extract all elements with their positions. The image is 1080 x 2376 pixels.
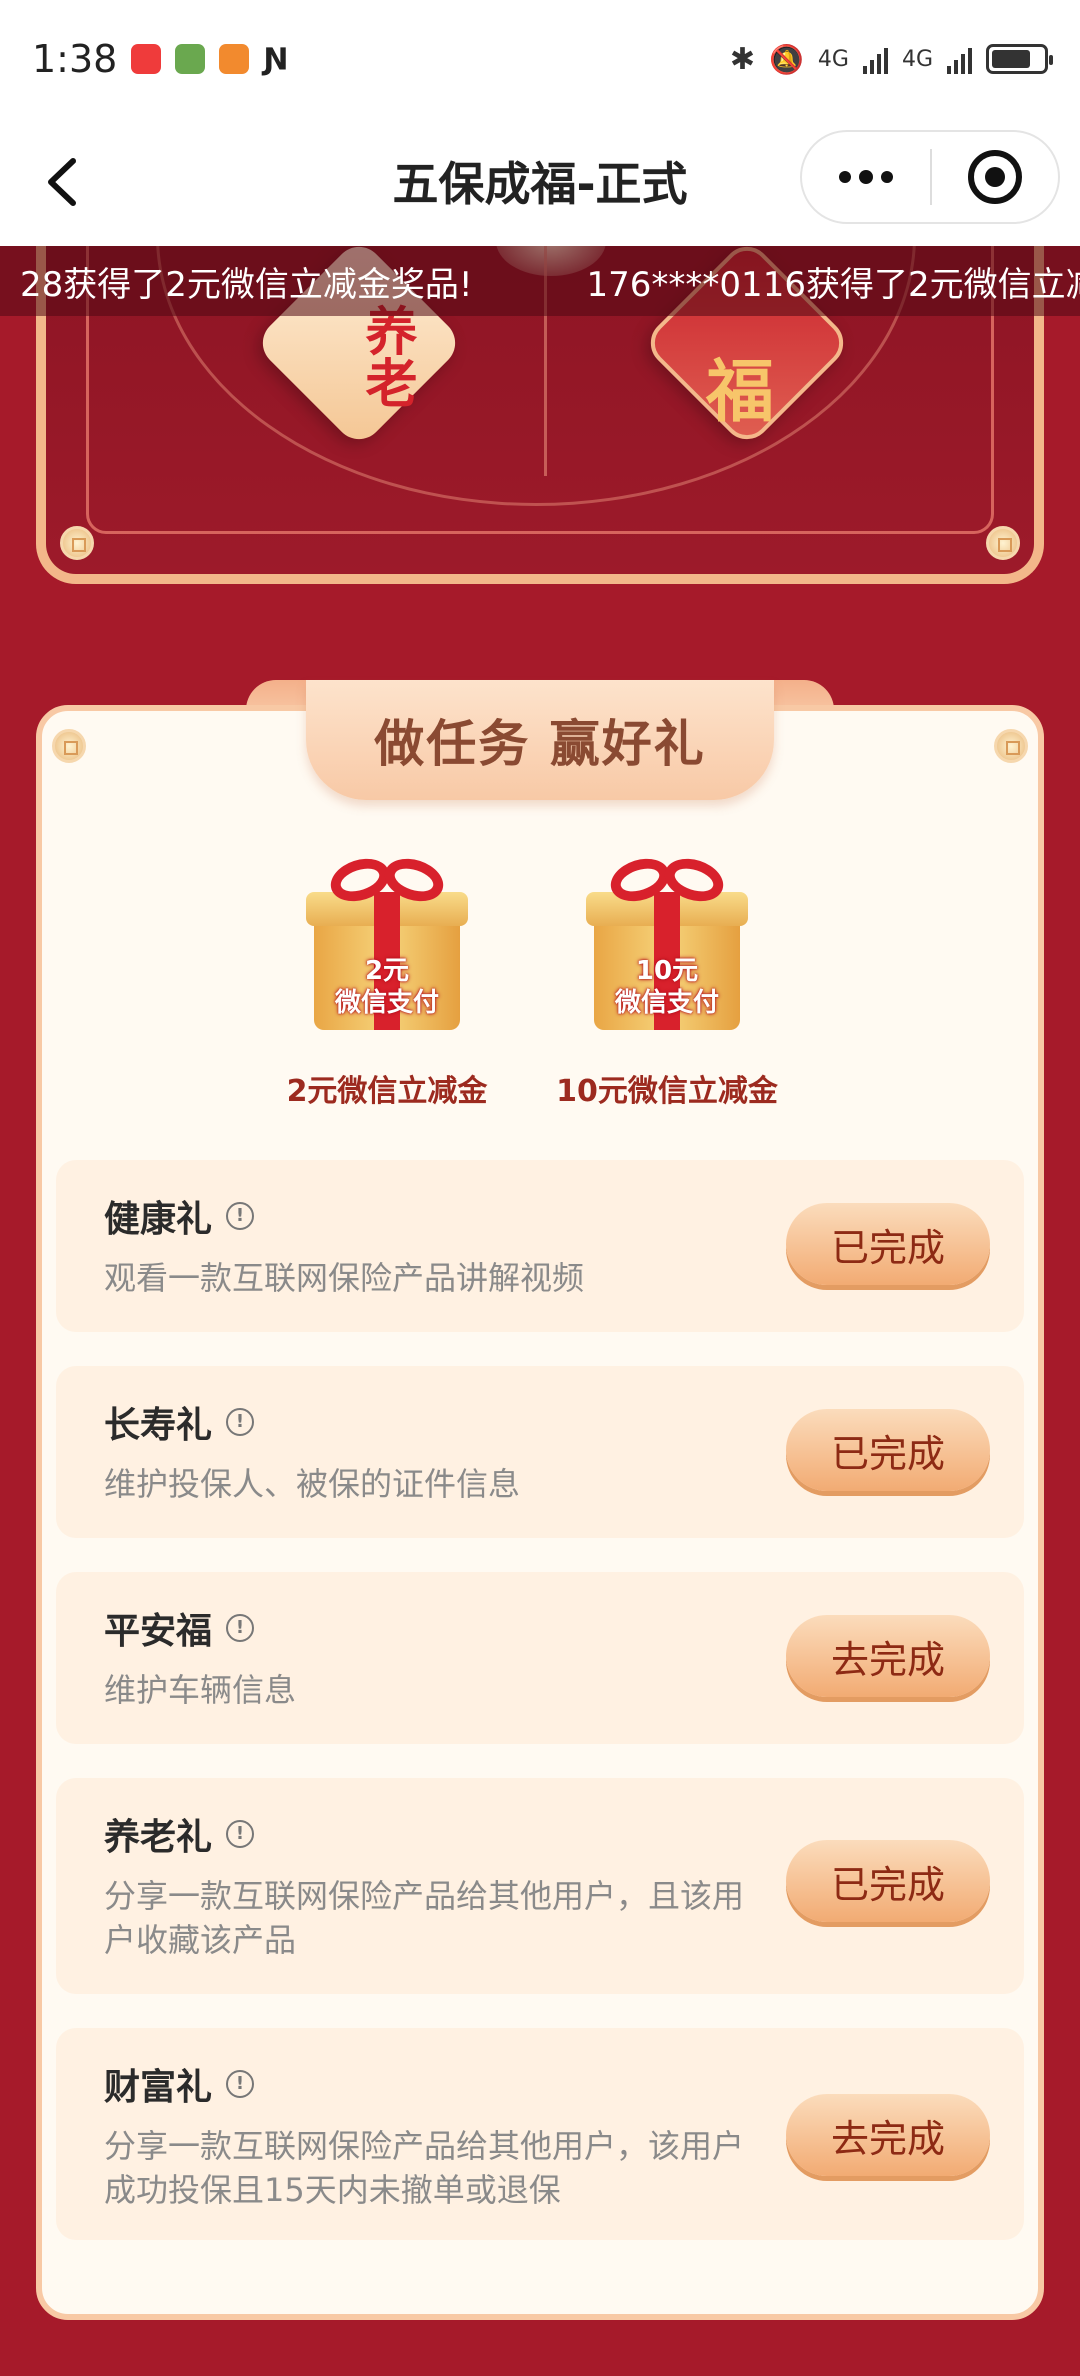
gift-box-2yuan[interactable]: 2元 微信支付 xyxy=(302,851,472,1033)
gift-caption: 2元微信立减金 xyxy=(286,1074,488,1109)
status-time: 1:38 xyxy=(32,37,118,81)
task-item-safety: 平安福 ! 维护车辆信息 去完成 xyxy=(56,1572,1024,1744)
task-title: 健康礼 ! xyxy=(104,1190,255,1242)
task-title-text: 养老礼 xyxy=(104,1817,213,1858)
task-item-longevity: 长寿礼 ! 维护投保人、被保的证件信息 已完成 xyxy=(56,1366,1024,1538)
coin-icon xyxy=(60,526,94,560)
target-icon xyxy=(968,150,1022,204)
gift-box-10yuan[interactable]: 10元 微信支付 xyxy=(582,851,752,1033)
card-header-title: 做任务 赢好礼 xyxy=(374,715,706,773)
gift-sub: 微信支付 xyxy=(334,988,439,1018)
app-notification-icon xyxy=(175,44,206,74)
nfc-icon: Ɲ xyxy=(263,41,289,77)
bluetooth-icon: ✱ xyxy=(729,41,756,77)
task-description: 观看一款互联网保险产品讲解视频 xyxy=(104,1259,585,1297)
winner-ticker: 28获得了2元微信立减金奖品! 176****0116获得了2元微信立减 xyxy=(0,246,1080,316)
close-miniprogram-button[interactable] xyxy=(932,132,1058,222)
status-bar: 1:38 Ɲ ✱ 🔕 4G 4G xyxy=(0,0,1080,118)
tile-left-label: 养老 xyxy=(356,304,417,408)
task-title: 财富礼 ! xyxy=(104,2058,255,2110)
task-title-text: 平安福 xyxy=(104,1611,213,1652)
gift-sub: 微信支付 xyxy=(614,988,719,1018)
page: 1:38 Ɲ ✱ 🔕 4G 4G 五保成福-正式 养老 福 28获得了2元微信立… xyxy=(0,0,1080,2376)
mute-icon: 🔕 xyxy=(769,42,804,76)
miniprogram-capsule xyxy=(800,130,1060,224)
coin-icon xyxy=(986,526,1020,560)
info-icon[interactable]: ! xyxy=(226,1202,255,1230)
task-item-pension: 养老礼 ! 分享一款互联网保险产品给其他用户，且该用户收藏该产品 已完成 xyxy=(56,1778,1024,1994)
task-status-button[interactable]: 已完成 xyxy=(786,1203,990,1285)
task-status-button[interactable]: 已完成 xyxy=(786,1409,990,1491)
status-left: 1:38 Ɲ xyxy=(32,37,288,81)
task-status-button[interactable]: 已完成 xyxy=(786,1840,990,1922)
info-icon[interactable]: ! xyxy=(226,1820,255,1848)
task-description: 分享一款互联网保险产品给其他用户，该用户成功投保且15天内未撤单或退保 xyxy=(104,2127,745,2209)
status-right: ✱ 🔕 4G 4G xyxy=(729,41,1053,77)
task-action-button[interactable]: 去完成 xyxy=(786,1615,990,1697)
card-header: 做任务 赢好礼 xyxy=(306,680,774,800)
coin-icon xyxy=(994,729,1028,763)
info-icon[interactable]: ! xyxy=(226,2070,255,2098)
task-title: 长寿礼 ! xyxy=(104,1396,255,1448)
task-title-text: 长寿礼 xyxy=(104,1405,213,1446)
more-dot-icon xyxy=(859,170,873,184)
task-description: 维护车辆信息 xyxy=(104,1671,297,1709)
more-button[interactable] xyxy=(802,132,930,222)
task-description: 维护投保人、被保的证件信息 xyxy=(104,1465,521,1503)
task-item-health: 健康礼 ! 观看一款互联网保险产品讲解视频 已完成 xyxy=(56,1160,1024,1332)
task-action-button[interactable]: 去完成 xyxy=(786,2094,990,2176)
battery-icon xyxy=(986,44,1053,74)
signal-icon xyxy=(862,44,888,74)
info-icon[interactable]: ! xyxy=(226,1408,255,1436)
task-title: 养老礼 ! xyxy=(104,1808,255,1860)
task-title: 平安福 ! xyxy=(104,1602,255,1654)
info-icon[interactable]: ! xyxy=(226,1614,255,1642)
more-dot-icon xyxy=(839,171,851,183)
task-title-text: 财富礼 xyxy=(104,2067,213,2108)
app-notification-icon xyxy=(219,44,250,74)
network-type-2: 4G xyxy=(901,46,933,72)
more-dot-icon xyxy=(881,171,893,183)
ticker-message: 28获得了2元微信立减金奖品! xyxy=(20,264,473,305)
task-description: 分享一款互联网保险产品给其他用户，且该用户收藏该产品 xyxy=(104,1877,745,1959)
gift-caption: 10元微信立减金 xyxy=(556,1074,778,1109)
tile-right-label: 福 xyxy=(706,352,775,432)
coin-icon xyxy=(52,729,86,763)
signal-icon xyxy=(947,44,972,74)
nav-bar: 五保成福-正式 xyxy=(0,118,1080,246)
ticker-message: 176****0116获得了2元微信立减 xyxy=(586,264,1080,305)
app-notification-icon xyxy=(131,44,162,74)
network-type-1: 4G xyxy=(817,46,849,72)
task-title-text: 健康礼 xyxy=(104,1199,213,1240)
task-item-wealth: 财富礼 ! 分享一款互联网保险产品给其他用户，该用户成功投保且15天内未撤单或退… xyxy=(56,2028,1024,2240)
